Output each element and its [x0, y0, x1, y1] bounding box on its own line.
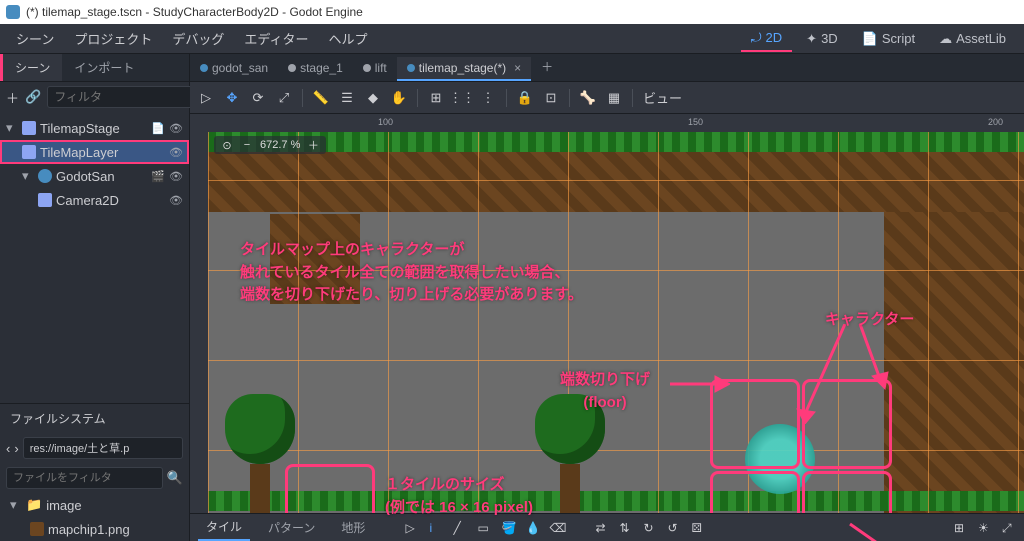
snap1-icon[interactable]: ⊞	[428, 90, 444, 106]
back-icon[interactable]: ‹	[6, 441, 10, 456]
titlebar: (*) tilemap_stage.tscn - StudyCharacterB…	[0, 0, 1024, 24]
menu-debug[interactable]: デバッグ	[164, 25, 232, 52]
random-icon[interactable]: ⚄	[691, 521, 705, 535]
annotation-tilesize: １タイルのサイズ (例では 16 × 16 pixel)	[385, 474, 533, 519]
flip-h-icon[interactable]: ⇄	[595, 521, 609, 535]
node-label: Camera2D	[56, 193, 119, 208]
annotation-floor: 端数切り下げ (floor)	[560, 369, 650, 414]
filesystem-panel: ファイルシステム ‹ › 🔍 ▾📁 image mapchip1.png	[0, 403, 189, 541]
ruler-icon[interactable]: 📏	[313, 90, 329, 106]
tree-row-root[interactable]: ▾ TilemapStage 📄👁	[0, 116, 189, 140]
left-panel: シーン インポート ＋ 🔗 🔍 ⋮ ▾ TilemapStage 📄👁 Tile…	[0, 54, 190, 541]
add-tab-icon[interactable]: ＋	[531, 54, 563, 81]
paint-picker-icon[interactable]: 💧	[525, 521, 539, 535]
visibility-icon[interactable]: 👁	[169, 146, 183, 159]
bottom-tab-tile[interactable]: タイル	[198, 514, 250, 541]
scale-icon[interactable]: ⤢	[276, 90, 292, 106]
menubar: シーン プロジェクト デバッグ エディター ヘルプ ⤾ 2D ✦ 3D 📄 Sc…	[0, 24, 1024, 54]
document-tabs: godot_san stage_1 lift tilemap_stage(*)×…	[190, 54, 1024, 82]
filesystem-title: ファイルシステム	[0, 404, 189, 433]
fs-file[interactable]: mapchip1.png	[0, 517, 189, 541]
window-title: (*) tilemap_stage.tscn - StudyCharacterB…	[26, 5, 363, 19]
move-icon[interactable]: ✥	[224, 90, 240, 106]
annotation-main: タイルマップ上のキャラクターが 触れているタイル全ての範囲を取得したい場合、 端…	[240, 239, 583, 307]
rotate-cw-icon[interactable]: ↻	[643, 521, 657, 535]
menu-editor[interactable]: エディター	[236, 25, 316, 52]
menu-project[interactable]: プロジェクト	[66, 25, 160, 52]
viewport-2d[interactable]: 100 150 200 ⊙ − 672.7 % ＋	[190, 114, 1024, 541]
close-icon[interactable]: ×	[514, 61, 521, 75]
zoom-in-icon[interactable]: ＋	[306, 138, 320, 152]
clapper-icon[interactable]: 🎬	[151, 170, 165, 183]
paint-rect-icon[interactable]: ▭	[477, 521, 491, 535]
annotation-character: キャラクター	[825, 309, 914, 332]
scene-tree: ▾ TilemapStage 📄👁 TileMapLayer 👁 ▾ Godot…	[0, 112, 189, 403]
menu-help[interactable]: ヘルプ	[320, 25, 375, 52]
link-icon[interactable]: 🔗	[25, 88, 41, 106]
doc-tab-active[interactable]: tilemap_stage(*)×	[397, 57, 531, 81]
bone-icon[interactable]: 🦴	[580, 90, 596, 106]
pivot-icon[interactable]: ◆	[365, 90, 381, 106]
grid-toggle-icon[interactable]: ⊞	[954, 521, 968, 535]
paint-brush-icon[interactable]: i	[429, 521, 443, 535]
visibility-icon[interactable]: 👁	[169, 194, 183, 207]
folder-icon: 📁	[26, 497, 42, 513]
anim-icon[interactable]: ▦	[606, 90, 622, 106]
canvas-toolbar: ▷ ✥ ⟳ ⤢ 📏 ☰ ◆ ✋ ⊞ ⋮⋮ ⋮ 🔒 ⊡ 🦴 ▦ ビュー	[190, 82, 1024, 114]
rotate-icon[interactable]: ⟳	[250, 90, 266, 106]
tree-row-godotsan[interactable]: ▾ GodotSan 🎬👁	[0, 164, 189, 188]
zoom-control: ⊙ − 672.7 % ＋	[214, 136, 326, 154]
group-icon[interactable]: ⊡	[543, 90, 559, 106]
fs-folder[interactable]: ▾📁 image	[0, 493, 189, 517]
snap-opts-icon[interactable]: ⋮	[480, 90, 496, 106]
script-icon[interactable]: 📄	[151, 122, 165, 135]
menu-scene[interactable]: シーン	[8, 25, 62, 52]
select-icon[interactable]: ▷	[198, 90, 214, 106]
fwd-icon[interactable]: ›	[14, 441, 18, 456]
paint-bucket-icon[interactable]: 🪣	[501, 521, 515, 535]
workspace-2d[interactable]: ⤾ 2D	[741, 26, 792, 52]
node-label: GodotSan	[56, 169, 115, 184]
paint-select-icon[interactable]: ▷	[405, 521, 419, 535]
ruler-vertical	[190, 132, 208, 541]
tab-scene[interactable]: シーン	[0, 54, 62, 81]
flip-v-icon[interactable]: ⇅	[619, 521, 633, 535]
zoom-out-icon[interactable]: −	[240, 138, 254, 152]
paint-line-icon[interactable]: ╱	[453, 521, 467, 535]
workspace-3d[interactable]: ✦ 3D	[796, 27, 848, 51]
node-label: TilemapStage	[40, 121, 120, 136]
bottom-tab-terrain[interactable]: 地形	[333, 515, 373, 540]
godot-icon	[6, 5, 20, 19]
tab-import[interactable]: インポート	[62, 54, 146, 81]
tree-row-tilemap[interactable]: TileMapLayer 👁	[0, 140, 189, 164]
add-node-icon[interactable]: ＋	[6, 88, 19, 106]
doc-tab[interactable]: godot_san	[190, 57, 278, 81]
zoom-value[interactable]: 672.7 %	[260, 139, 300, 151]
rotate-ccw-icon[interactable]: ↺	[667, 521, 681, 535]
paint-eraser-icon[interactable]: ⌫	[549, 521, 563, 535]
path-input[interactable]	[23, 437, 183, 459]
expand-icon[interactable]: ⤢	[1002, 521, 1016, 535]
highlight-icon[interactable]: ☀	[978, 521, 992, 535]
center-icon[interactable]: ⊙	[220, 138, 234, 152]
pan-icon[interactable]: ✋	[391, 90, 407, 106]
ruler-horizontal: 100 150 200	[208, 114, 1024, 132]
list-icon[interactable]: ☰	[339, 90, 355, 106]
visibility-icon[interactable]: 👁	[169, 170, 183, 183]
center-viewport: godot_san stage_1 lift tilemap_stage(*)×…	[190, 54, 1024, 541]
lock-icon[interactable]: 🔒	[517, 90, 533, 106]
doc-tab[interactable]: stage_1	[278, 57, 353, 81]
view-menu[interactable]: ビュー	[643, 88, 682, 107]
visibility-icon[interactable]: 👁	[169, 122, 183, 135]
node-label: TileMapLayer	[40, 145, 118, 160]
tree-row-camera[interactable]: Camera2D 👁	[0, 188, 189, 212]
search-icon[interactable]: 🔍	[167, 470, 183, 486]
file-filter-input[interactable]	[6, 467, 163, 489]
workspace-assetlib[interactable]: ☁ AssetLib	[929, 27, 1016, 51]
doc-tab[interactable]: lift	[353, 57, 397, 81]
bottom-tab-pattern[interactable]: パターン	[260, 515, 323, 540]
workspace-script[interactable]: 📄 Script	[852, 27, 925, 51]
snap2-icon[interactable]: ⋮⋮	[454, 90, 470, 106]
